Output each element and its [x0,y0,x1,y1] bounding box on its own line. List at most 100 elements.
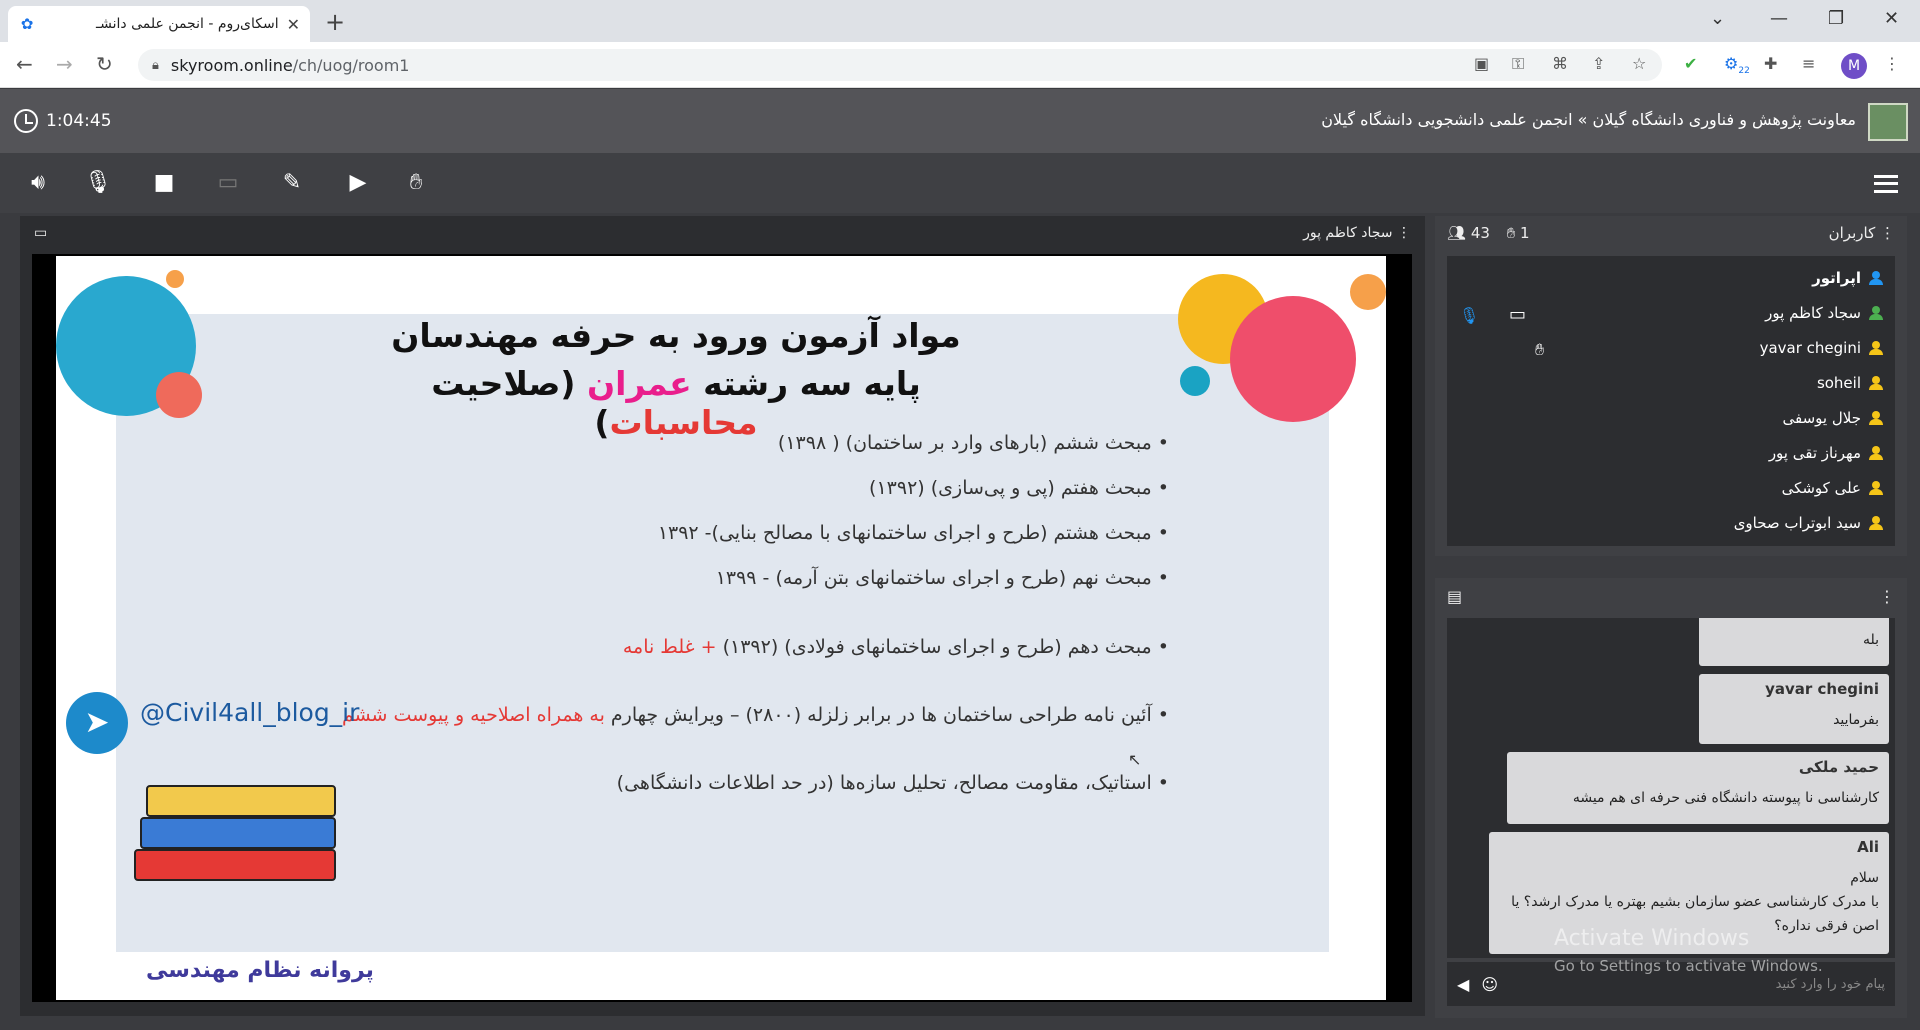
screen-share-icon[interactable]: ▭ [212,169,244,197]
title-part: (صلاحیت [431,364,587,403]
user-row[interactable]: سجاد کاظم پور [1765,299,1883,327]
chat-input[interactable]: پیام خود را وارد کنید [1510,977,1885,992]
channel-handle: @Civil4all_blog_ir [140,698,360,727]
bookmark-star-icon[interactable]: ☆ [1632,54,1646,73]
forward-icon[interactable]: → [56,52,73,76]
users-header: 👥︎ 43 ✋︎ 1 ⋮ کاربران [1435,216,1907,250]
slide-bullet: مبحث هفتم (پی و پی‌سازی) (۱۳۹۲) [869,477,1169,499]
screen-share-icon: ▭ [34,225,48,241]
more-options-icon[interactable]: ⋮ [1393,225,1411,241]
minimize-icon[interactable]: — [1770,8,1788,29]
book-shape [146,785,336,817]
close-tab-icon[interactable]: ✕ [287,15,300,34]
close-window-icon[interactable]: ✕ [1884,8,1899,29]
slide-title-line-2: پایه سه رشته عمران (صلاحیت محاسبات) [356,364,996,442]
send-icon[interactable]: ◀ [1457,975,1469,994]
chat-icon: ▤ [1447,586,1463,606]
slide-bullet: مبحث هشتم (طرح و اجرای ساختمانهای با مصا… [658,522,1169,544]
decor-circle [1350,274,1386,310]
user-icon [1869,516,1883,530]
mic-active-icon: 🎙︎ [1459,306,1480,325]
browser-menu-icon[interactable]: ⋮ [1884,54,1900,73]
reading-list-icon[interactable]: ≡ [1802,54,1815,73]
tab-title: اسکای‌روم - انجمن علمی دانشـ [96,16,279,32]
chat-message: حمید ملکی کارشناسی نا پیوسته دانشگاه فنی … [1507,752,1889,824]
bullet-highlight: به همراه اصلاحیه و پیوست ششم [341,704,611,726]
title-part: پایه سه رشته [691,364,921,403]
share-icon[interactable]: ⇪ [1592,54,1605,73]
university-logo [1868,103,1908,141]
user-row[interactable]: yavar chegini [1760,334,1883,362]
chat-sender: yavar chegini [1765,680,1879,698]
browser-tab-bar: ✿ اسکای‌روم - انجمن علمی دانشـ ✕ + ⌄ — ❐… [0,0,1920,42]
puzzle-badge [1230,296,1356,422]
more-options-icon[interactable]: ⋮ [1875,224,1895,242]
maximize-icon[interactable]: ❐ [1828,8,1844,29]
profile-avatar[interactable]: M [1841,53,1867,79]
raised-hand-indicator-icon: ✋︎ [1535,340,1545,359]
mic-off-icon[interactable]: 🎙︎ [82,169,114,197]
chat-sender: Ali [1857,838,1879,856]
users-title: کاربران [1828,224,1876,242]
books-illustration [134,781,344,901]
puzzle-extensions-icon[interactable]: ✚ [1764,54,1777,73]
user-row[interactable]: علی کوشکی [1782,474,1883,502]
user-name: soheil [1816,374,1861,392]
user-row[interactable]: جلال یوسفی [1783,404,1883,432]
user-row[interactable]: اپراتور [1812,264,1883,292]
user-name: سید ابوتراب صحاوی [1733,514,1861,532]
decor-circle [166,270,184,288]
user-icon [1869,446,1883,460]
url-path: /ch/uog/room1 [292,55,410,75]
browser-tab[interactable]: ✿ اسکای‌روم - انجمن علمی دانشـ ✕ [8,6,310,42]
user-row[interactable]: soheil [1817,369,1883,397]
users-count: 43 [1470,224,1490,242]
user-icon [1869,271,1883,285]
telegram-icon: ➤ [66,692,128,754]
stage-header: ▭ ⋮ سجاد کاظم پور [20,216,1425,250]
address-bar: ← → ↻ 🔒︎ skyroom.online/ch/uog/room1 ▣ ⚿… [0,42,1920,88]
app-header: 1:04:45 معاونت پژوهش و فناوری دانشگاه گی… [0,89,1920,153]
whiteboard-brush-icon[interactable]: ✎ [276,169,308,197]
slide-note: استاتیک، مقاومت مصالح، تحلیل سازه‌ها (در… [617,772,1169,794]
lock-icon: 🔒︎ [152,57,159,73]
camera-blocked-icon[interactable]: ▣ [1474,54,1489,73]
decor-circle [156,372,202,418]
bullet-text: آئین نامه طراحی ساختمان ها در برابر زلزل… [610,704,1152,726]
more-options-icon[interactable]: ⋮ [1879,587,1895,606]
menu-icon[interactable] [1874,175,1898,193]
chat-body: بفرمایید [1833,712,1879,728]
chat-header: ▤ ⋮ [1435,578,1907,614]
user-name: اپراتور [1812,269,1861,287]
key-icon[interactable]: ⚿ [1512,54,1524,74]
extension-badge-icon[interactable]: ⚙22 [1724,54,1750,76]
slide-bullet: مبحث دهم (طرح و اجرای ساختمانهای فولادی)… [623,636,1169,658]
new-tab-button[interactable]: + [325,8,345,36]
back-icon[interactable]: ← [16,52,33,76]
reload-icon[interactable]: ↻ [96,52,113,76]
users-list: اپراتور سجاد کاظم پور yavar chegini soheil ج… [1447,256,1895,546]
mouse-cursor-icon: ↖ [1128,750,1142,769]
camera-icon[interactable]: ■ [148,169,180,197]
watermark-subtitle: Go to Settings to activate Windows. [1554,957,1823,975]
raise-hand-icon[interactable]: ✋︎ [400,169,432,197]
slide-title-line-1: مواد آزمون ورود به حرفه مهندسان [391,316,961,355]
slide-bullet: مبحث ششم (بارهای وارد بر ساختمان) ( ۱۳۹۸… [778,432,1169,454]
tab-search-icon[interactable]: ⌄ [1710,8,1725,29]
watermark-title: Activate Windows [1554,926,1750,951]
media-play-icon[interactable]: ▶ [342,169,374,197]
decor-circle [1180,366,1210,396]
speaker-icon[interactable]: 🔊︎ [22,169,54,197]
user-row[interactable]: سید ابوتراب صحاوی [1734,509,1883,537]
screen-share-indicator-icon: ▭ [1509,304,1527,325]
translate-icon[interactable]: ⌘ [1552,54,1568,73]
url-field[interactable]: 🔒︎ skyroom.online/ch/uog/room1 [138,49,1662,81]
skyroom-favicon-icon: ✿ [20,15,34,33]
chat-body: کارشناسی نا پیوسته دانشگاه فنی حرفه ای ه… [1572,790,1879,806]
timer-value: 1:04:45 [46,111,112,131]
user-row[interactable]: مهرناز تقی پور [1769,439,1883,467]
emoji-icon[interactable]: ☺ [1481,975,1498,994]
shared-screen: مواد آزمون ورود به حرفه مهندسان پایه سه … [32,254,1412,1002]
user-name: علی کوشکی [1781,479,1861,497]
check-extension-icon[interactable]: ✔ [1684,54,1697,73]
